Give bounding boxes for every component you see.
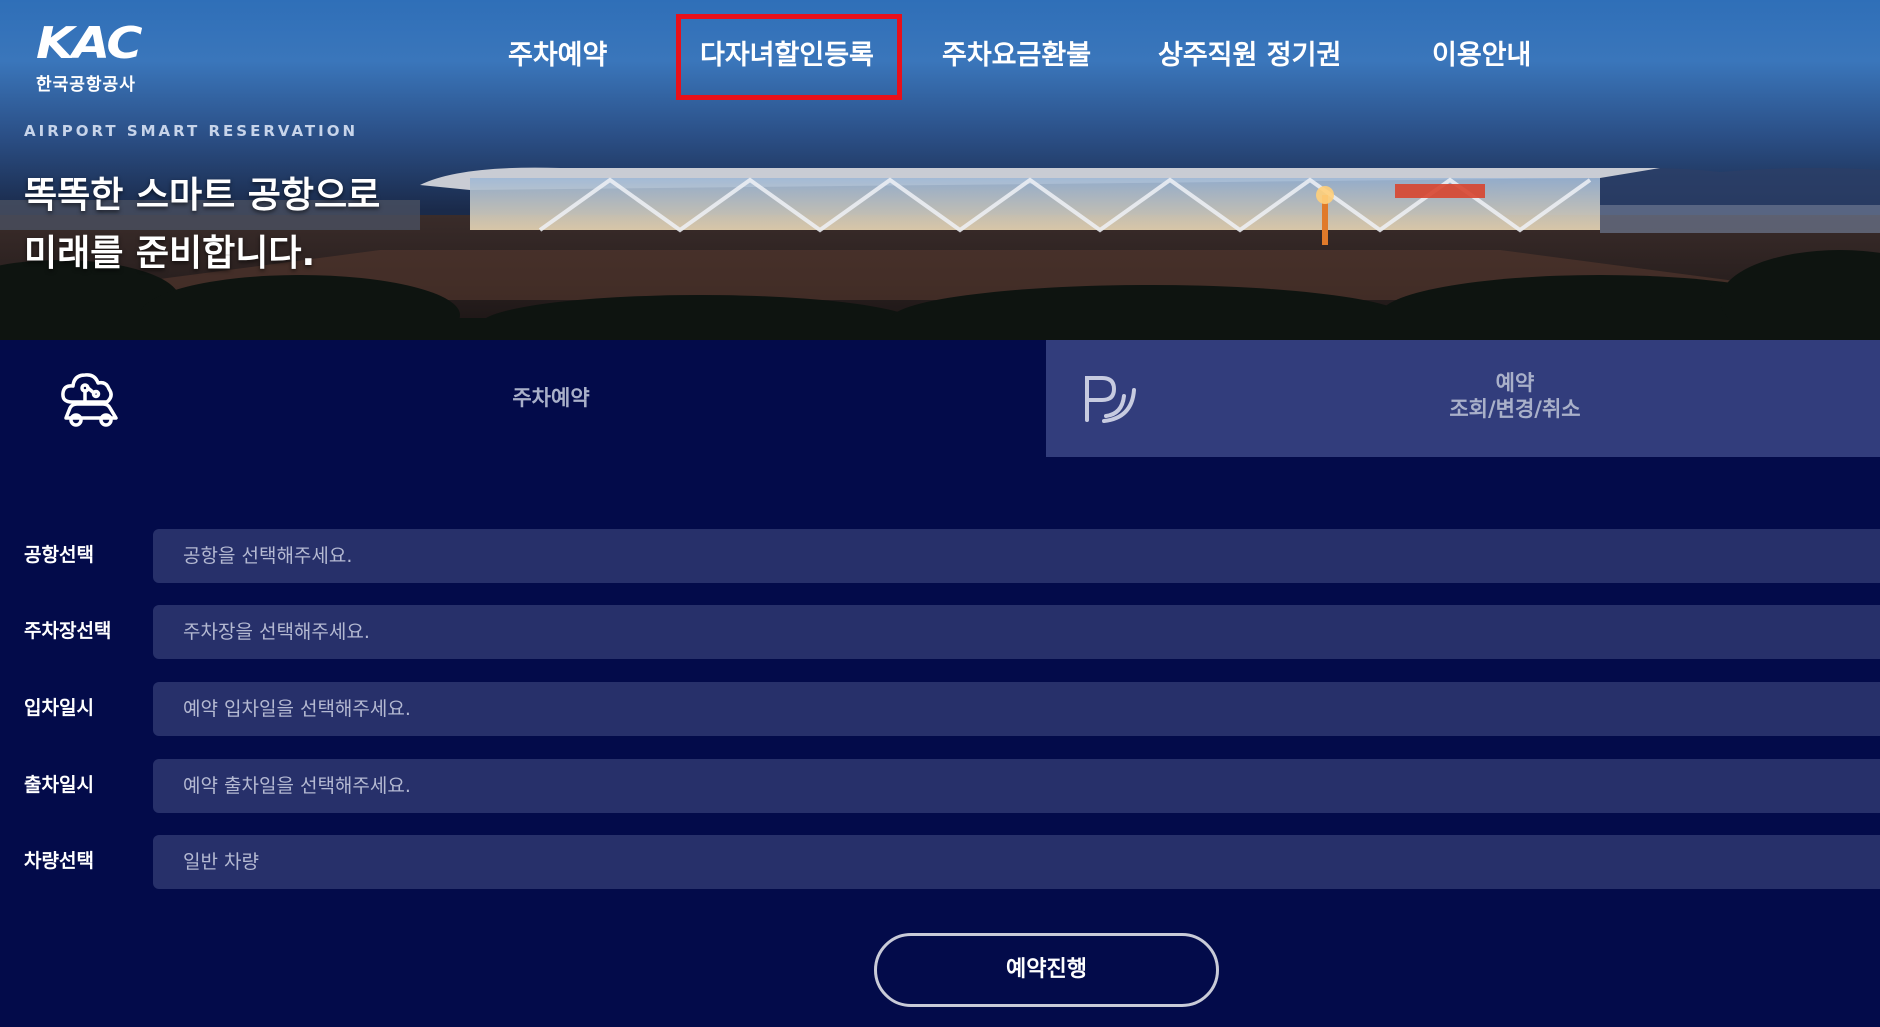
exit-datetime-label: 출차일시 [24, 774, 94, 796]
parking-lot-select-placeholder: 주차장을 선택해주세요. [183, 621, 370, 643]
parking-lot-label: 주차장선택 [24, 620, 112, 642]
form-row-entry-datetime: 입차일시 예약 입차일을 선택해주세요. [0, 680, 1880, 736]
nav-item-multi-child-discount[interactable]: 다자녀할인등록 [700, 34, 874, 78]
nav-item-staff-pass[interactable]: 상주직원 정기권 [1158, 34, 1341, 78]
form-row-airport: 공항선택 공항을 선택해주세요. [0, 527, 1880, 583]
tab-lookup-label-line1: 예약 [1495, 371, 1535, 395]
airport-select-placeholder: 공항을 선택해주세요. [183, 545, 353, 567]
cloud-car-icon [61, 373, 118, 427]
hero-headline-line1: 똑똑한 스마트 공항으로 [24, 175, 381, 216]
nav-item-fee-refund[interactable]: 주차요금환불 [942, 34, 1091, 78]
vehicle-label: 차량선택 [24, 850, 94, 872]
entry-datetime-label: 입차일시 [24, 697, 94, 719]
tab-lookup-label-line2: 조회/변경/취소 [1449, 397, 1581, 421]
tab-lookup-label: 예약 조회/변경/취소 [1430, 370, 1600, 422]
exit-datetime-placeholder: 예약 출차일을 선택해주세요. [183, 775, 411, 797]
parking-lot-select[interactable]: 주차장을 선택해주세요. [153, 605, 1880, 659]
exit-datetime-field[interactable]: 예약 출차일을 선택해주세요. [153, 759, 1880, 813]
vehicle-select-value: 일반 차량 [183, 851, 259, 873]
nav-item-guide[interactable]: 이용안내 [1432, 34, 1531, 78]
hero-banner: KAC 한국공항공사 주차예약 다자녀할인등록 주차요금환불 상주직원 정기권 … [0, 0, 1880, 340]
form-row-parking-lot: 주차장선택 주차장을 선택해주세요. [0, 603, 1880, 659]
form-row-vehicle: 차량선택 일반 차량 [0, 833, 1880, 889]
vehicle-select[interactable]: 일반 차량 [153, 835, 1880, 889]
entry-datetime-placeholder: 예약 입차일을 선택해주세요. [183, 698, 411, 720]
entry-datetime-field[interactable]: 예약 입차일을 선택해주세요. [153, 682, 1880, 736]
proceed-reservation-button[interactable]: 예약진행 [874, 933, 1219, 1007]
tab-parking-reservation[interactable]: 주차예약 [0, 340, 1046, 457]
hero-headline-line2: 미래를 준비합니다. [24, 233, 316, 274]
parking-signal-icon [1085, 376, 1136, 423]
main-nav: 주차예약 다자녀할인등록 주차요금환불 상주직원 정기권 이용안내 [0, 14, 1880, 100]
airport-label: 공항선택 [24, 544, 94, 566]
airport-select[interactable]: 공항을 선택해주세요. [153, 529, 1880, 583]
hero-kicker: AIRPORT SMART RESERVATION [24, 122, 359, 140]
reservation-tabs: 주차예약 예약 조회/변경/취소 [0, 340, 1880, 457]
tab-parking-reservation-label: 주차예약 [512, 386, 590, 410]
tab-reservation-lookup[interactable]: 예약 조회/변경/취소 [1046, 340, 1880, 457]
nav-item-parking-reservation[interactable]: 주차예약 [508, 34, 607, 78]
form-row-exit-datetime: 출차일시 예약 출차일을 선택해주세요. [0, 757, 1880, 813]
